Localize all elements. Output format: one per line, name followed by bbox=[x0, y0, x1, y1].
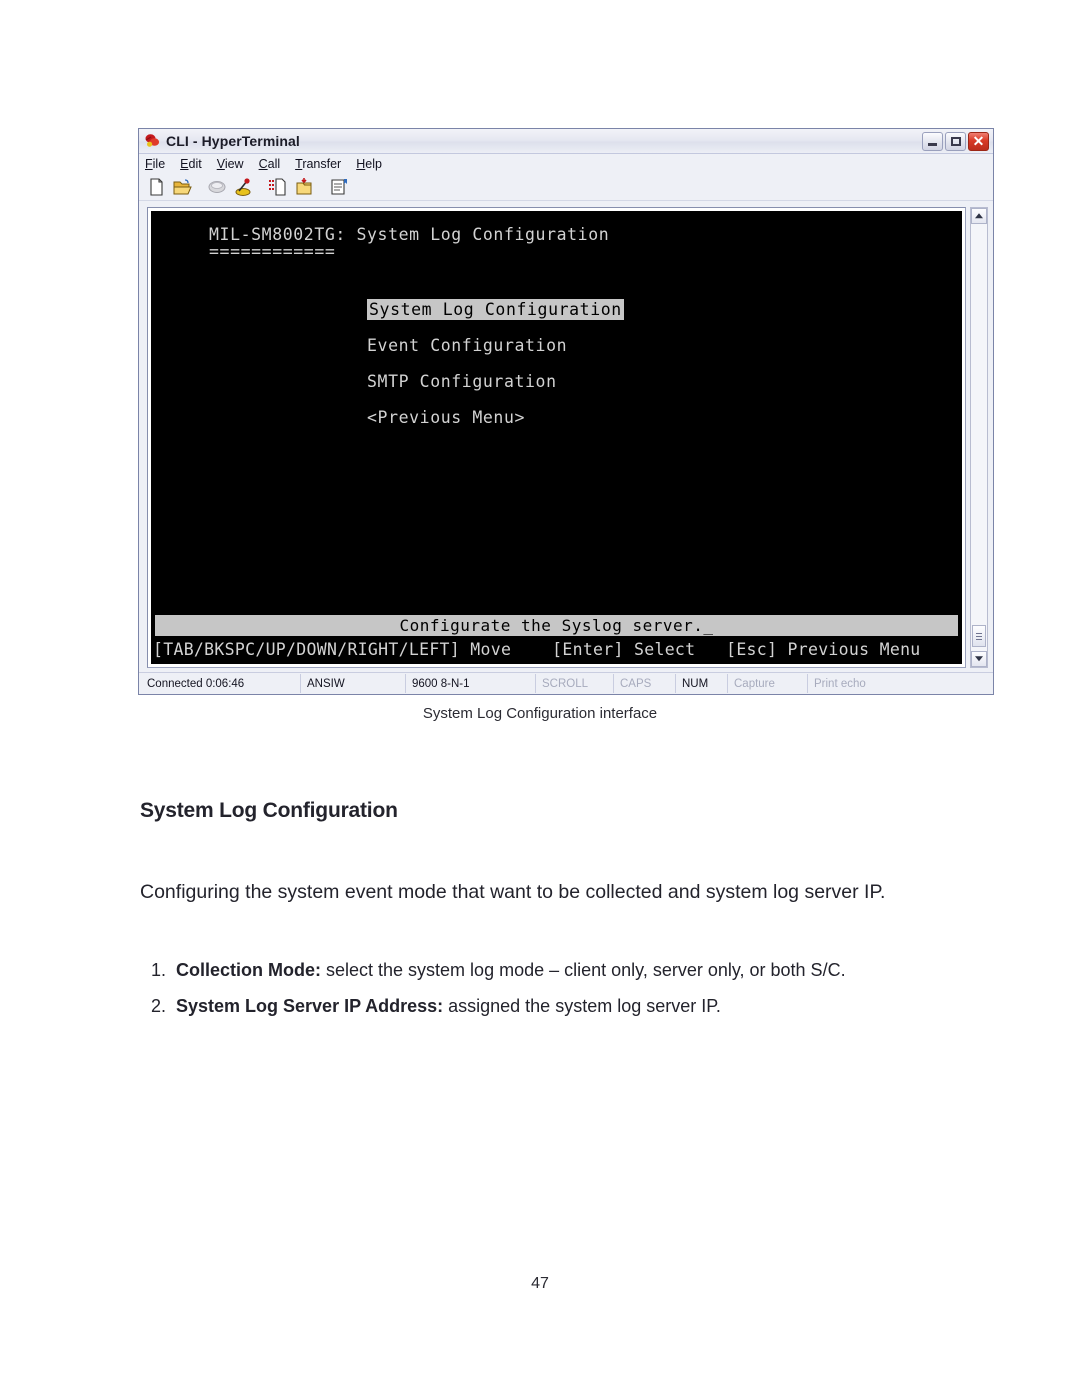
terminal-frame: MIL-SM8002TG: System Log Configuration =… bbox=[147, 207, 966, 668]
body-paragraph: Configuring the system event mode that w… bbox=[140, 881, 886, 903]
status-num: NUM bbox=[676, 674, 728, 693]
list-item-number: 2. bbox=[150, 996, 166, 1016]
maximize-button[interactable] bbox=[945, 131, 966, 151]
window-controls: ✕ bbox=[922, 131, 991, 151]
terminal-header-rule: ============ bbox=[209, 242, 336, 261]
list-item-text: select the system log mode – client only… bbox=[321, 960, 846, 980]
window-status-bar: Connected 0:06:46 ANSIW 9600 8-N-1 SCROL… bbox=[139, 672, 993, 694]
hyperterminal-window: CLI - HyperTerminal ✕ File Edit View Cal… bbox=[138, 128, 994, 695]
terminal-menu-list: System Log Configuration Event Configura… bbox=[367, 291, 624, 435]
page-number: 47 bbox=[531, 1275, 549, 1292]
properties-icon[interactable] bbox=[329, 177, 350, 197]
call-icon bbox=[207, 177, 228, 197]
menu-file[interactable]: File bbox=[145, 157, 165, 171]
open-folder-icon[interactable] bbox=[172, 177, 193, 197]
window-titlebar[interactable]: CLI - HyperTerminal ✕ bbox=[139, 129, 993, 154]
status-emulation: ANSIW bbox=[301, 674, 406, 693]
terminal-status-line: Configurate the Syslog server._ bbox=[155, 615, 958, 636]
menu-help[interactable]: Help bbox=[356, 157, 382, 171]
send-file-icon[interactable] bbox=[268, 177, 289, 197]
status-print-echo: Print echo bbox=[814, 677, 866, 690]
terminal-menu-item-label: <Previous Menu> bbox=[367, 407, 526, 427]
terminal-menu-item-event-configuration[interactable]: Event Configuration bbox=[367, 327, 624, 363]
terminal-vertical-scrollbar[interactable] bbox=[970, 207, 988, 668]
window-title: CLI - HyperTerminal bbox=[166, 133, 300, 149]
menu-call[interactable]: Call bbox=[259, 157, 281, 171]
list-item: 1. Collection Mode: select the system lo… bbox=[140, 952, 1000, 988]
list-item-term: System Log Server IP Address: bbox=[176, 996, 444, 1016]
scroll-up-icon[interactable] bbox=[971, 208, 987, 224]
status-line-settings: 9600 8-N-1 bbox=[406, 674, 536, 693]
terminal-menu-item-label: Event Configuration bbox=[367, 335, 568, 355]
new-connection-icon[interactable] bbox=[146, 177, 167, 197]
terminal-menu-item-label: SMTP Configuration bbox=[367, 371, 557, 391]
terminal-help-line: [TAB/BKSPC/UP/DOWN/RIGHT/LEFT] Move [Ent… bbox=[153, 640, 921, 659]
terminal-screen[interactable]: MIL-SM8002TG: System Log Configuration =… bbox=[151, 211, 962, 664]
terminal-menu-item-label: System Log Configuration bbox=[367, 298, 624, 320]
scroll-down-icon[interactable] bbox=[971, 651, 987, 667]
receive-file-icon[interactable] bbox=[294, 177, 315, 197]
toolbar bbox=[139, 174, 993, 201]
list-item-number: 1. bbox=[150, 960, 166, 980]
status-caps: CAPS bbox=[614, 674, 676, 693]
list-item-body: Collection Mode: select the system log m… bbox=[176, 952, 1000, 988]
menu-bar: File Edit View Call Transfer Help bbox=[139, 154, 993, 174]
disconnect-icon[interactable] bbox=[233, 177, 254, 197]
menu-edit[interactable]: Edit bbox=[180, 157, 202, 171]
terminal-menu-item-system-log-configuration[interactable]: System Log Configuration bbox=[367, 291, 624, 327]
status-connected: Connected 0:06:46 bbox=[141, 674, 301, 693]
list-item: 2. System Log Server IP Address: assigne… bbox=[140, 988, 1000, 1024]
scrollbar-thumb[interactable] bbox=[972, 625, 986, 647]
status-capture: Capture bbox=[728, 674, 808, 693]
modem-phone-icon bbox=[144, 133, 161, 150]
close-button[interactable]: ✕ bbox=[968, 131, 989, 151]
terminal-client-area: MIL-SM8002TG: System Log Configuration =… bbox=[139, 201, 993, 672]
terminal-menu-item-previous-menu[interactable]: <Previous Menu> bbox=[367, 399, 624, 435]
list-item-text: assigned the system log server IP. bbox=[443, 996, 721, 1016]
page-heading: System Log Configuration bbox=[140, 799, 398, 822]
status-scroll: SCROLL bbox=[536, 674, 614, 693]
terminal-menu-item-smtp-configuration[interactable]: SMTP Configuration bbox=[367, 363, 624, 399]
menu-transfer[interactable]: Transfer bbox=[295, 157, 341, 171]
menu-view[interactable]: View bbox=[217, 157, 244, 171]
list-item-body: System Log Server IP Address: assigned t… bbox=[176, 988, 1000, 1024]
list-item-term: Collection Mode: bbox=[176, 960, 321, 980]
figure-caption: System Log Configuration interface bbox=[422, 705, 658, 722]
numbered-list: 1. Collection Mode: select the system lo… bbox=[140, 952, 1000, 1024]
minimize-button[interactable] bbox=[922, 131, 943, 151]
